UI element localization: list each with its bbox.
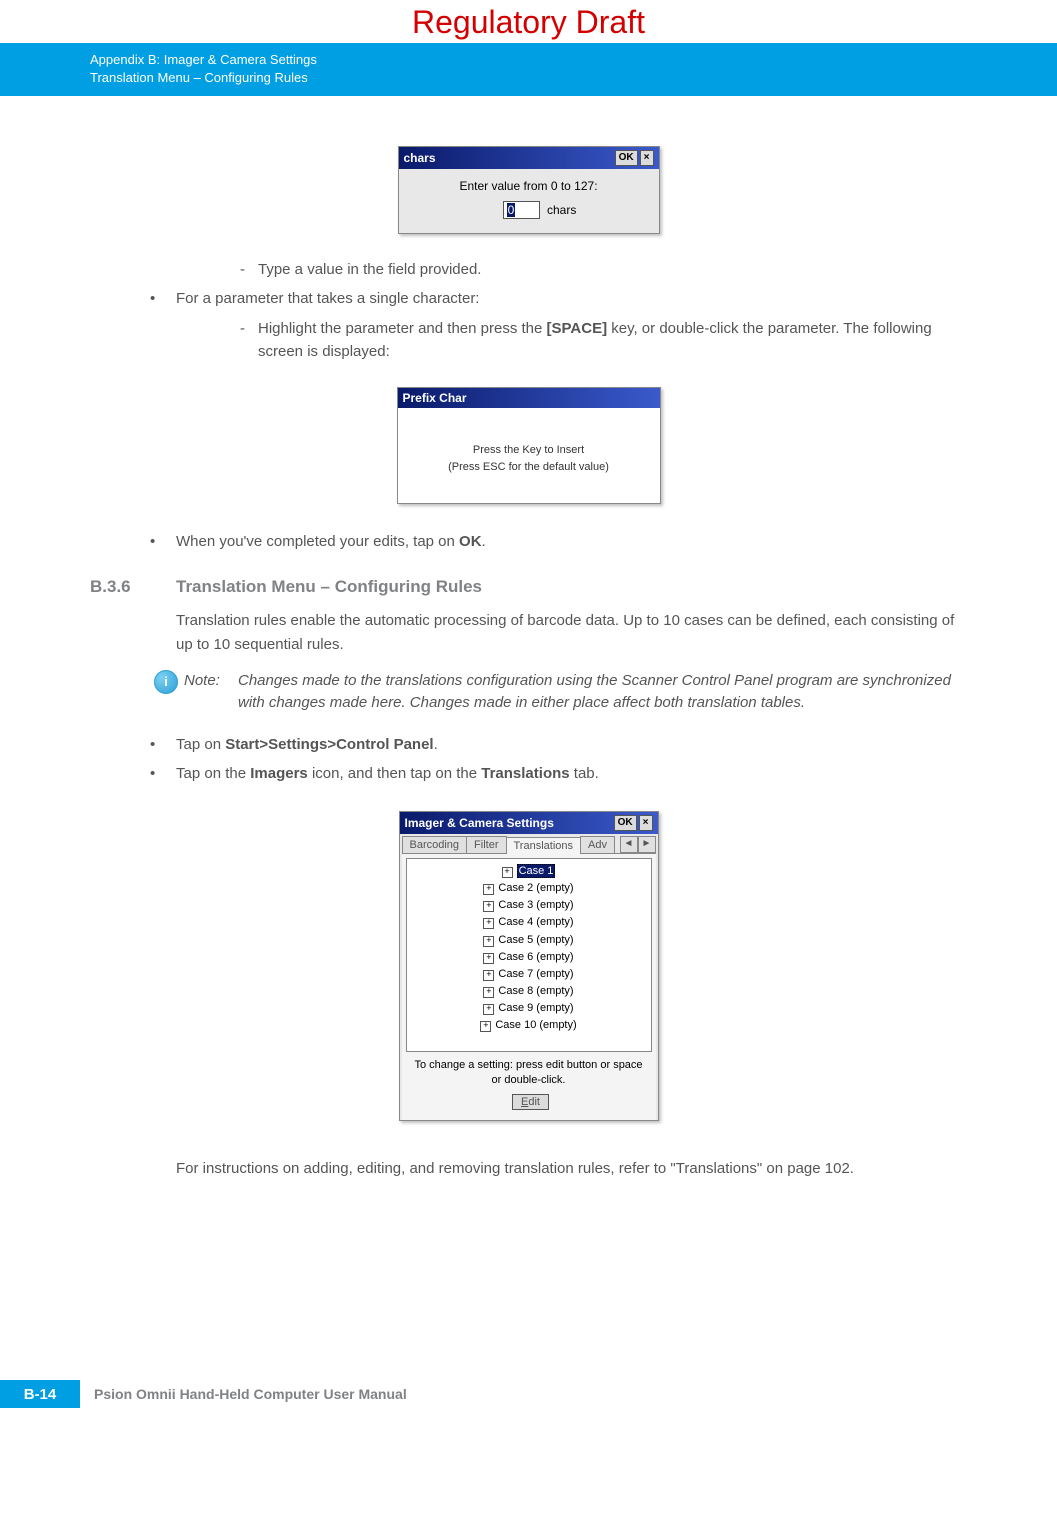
after-text: For instructions on adding, editing, and…: [90, 1157, 967, 1180]
note-text: Changes made to the translations configu…: [238, 670, 967, 715]
step-start-settings: Tap on Start>Settings>Control Panel.: [150, 733, 967, 756]
hint-text: To change a setting: press edit button o…: [406, 1052, 652, 1092]
chars-dialog: chars OK × Enter value from 0 to 127: 0 …: [398, 146, 660, 234]
page-header: Appendix B: Imager & Camera Settings Tra…: [0, 43, 1057, 96]
expand-icon[interactable]: +: [483, 987, 494, 998]
note-label: Note:: [184, 670, 238, 715]
watermark: Regulatory Draft: [0, 0, 1057, 43]
section-number: B.3.6: [90, 577, 176, 597]
tree-item-case-2[interactable]: +Case 2 (empty): [411, 880, 647, 897]
chars-input[interactable]: 0: [503, 201, 541, 219]
expand-icon[interactable]: +: [483, 936, 494, 947]
manual-title: Psion Omnii Hand-Held Computer User Manu…: [80, 1380, 407, 1408]
ok-button[interactable]: OK: [614, 815, 637, 831]
prefix-line-2: (Press ESC for the default value): [410, 459, 648, 476]
imager-dialog-title: Imager & Camera Settings: [405, 816, 554, 830]
tab-filter[interactable]: Filter: [466, 836, 506, 853]
tree-item-case-1[interactable]: +Case 1: [411, 863, 647, 880]
imager-settings-dialog: Imager & Camera Settings OK × Barcoding …: [399, 811, 659, 1121]
tree-item-case-6[interactable]: +Case 6 (empty): [411, 949, 647, 966]
header-line-2: Translation Menu – Configuring Rules: [90, 69, 1041, 87]
step-type-value: Type a value in the field provided.: [240, 258, 967, 281]
tree-item-case-7[interactable]: +Case 7 (empty): [411, 966, 647, 983]
tab-advanced[interactable]: Adv: [580, 836, 615, 853]
expand-icon[interactable]: +: [483, 1004, 494, 1015]
chars-unit: chars: [547, 203, 576, 217]
tree-item-case-3[interactable]: +Case 3 (empty): [411, 897, 647, 914]
tab-scroll-right-icon[interactable]: ►: [638, 836, 656, 853]
chars-dialog-title: chars: [404, 151, 436, 165]
page-number: B-14: [0, 1380, 80, 1408]
prefix-char-dialog: Prefix Char Press the Key to Insert (Pre…: [397, 387, 661, 504]
edit-button[interactable]: Edit: [512, 1094, 549, 1110]
tab-barcoding[interactable]: Barcoding: [402, 836, 468, 853]
tree-item-case-8[interactable]: +Case 8 (empty): [411, 983, 647, 1000]
tab-translations[interactable]: Translations: [506, 837, 582, 854]
expand-icon[interactable]: +: [483, 901, 494, 912]
section-title: Translation Menu – Configuring Rules: [176, 577, 482, 597]
header-line-1: Appendix B: Imager & Camera Settings: [90, 51, 1041, 69]
step-highlight: Highlight the parameter and then press t…: [240, 317, 967, 364]
expand-icon[interactable]: +: [480, 1021, 491, 1032]
expand-icon[interactable]: +: [483, 918, 494, 929]
tree-item-case-9[interactable]: +Case 9 (empty): [411, 1000, 647, 1017]
tree-item-case-5[interactable]: +Case 5 (empty): [411, 932, 647, 949]
chars-prompt: Enter value from 0 to 127:: [411, 179, 647, 193]
expand-icon[interactable]: +: [502, 867, 513, 878]
section-body: Translation rules enable the automatic p…: [90, 609, 967, 656]
prefix-dialog-title: Prefix Char: [403, 391, 467, 405]
step-single-char: For a parameter that takes a single char…: [150, 287, 967, 310]
close-button[interactable]: ×: [640, 150, 654, 166]
case-tree[interactable]: +Case 1 +Case 2 (empty) +Case 3 (empty) …: [406, 858, 652, 1052]
tree-item-case-10[interactable]: +Case 10 (empty): [411, 1017, 647, 1034]
expand-icon[interactable]: +: [483, 970, 494, 981]
step-imagers-icon: Tap on the Imagers icon, and then tap on…: [150, 762, 967, 785]
info-icon: i: [154, 670, 178, 694]
prefix-line-1: Press the Key to Insert: [410, 442, 648, 459]
tree-item-case-4[interactable]: +Case 4 (empty): [411, 914, 647, 931]
expand-icon[interactable]: +: [483, 884, 494, 895]
step-completed: When you've completed your edits, tap on…: [150, 530, 967, 553]
ok-button[interactable]: OK: [615, 150, 638, 166]
expand-icon[interactable]: +: [483, 953, 494, 964]
close-button[interactable]: ×: [639, 815, 653, 831]
tab-scroll-left-icon[interactable]: ◄: [620, 836, 638, 853]
